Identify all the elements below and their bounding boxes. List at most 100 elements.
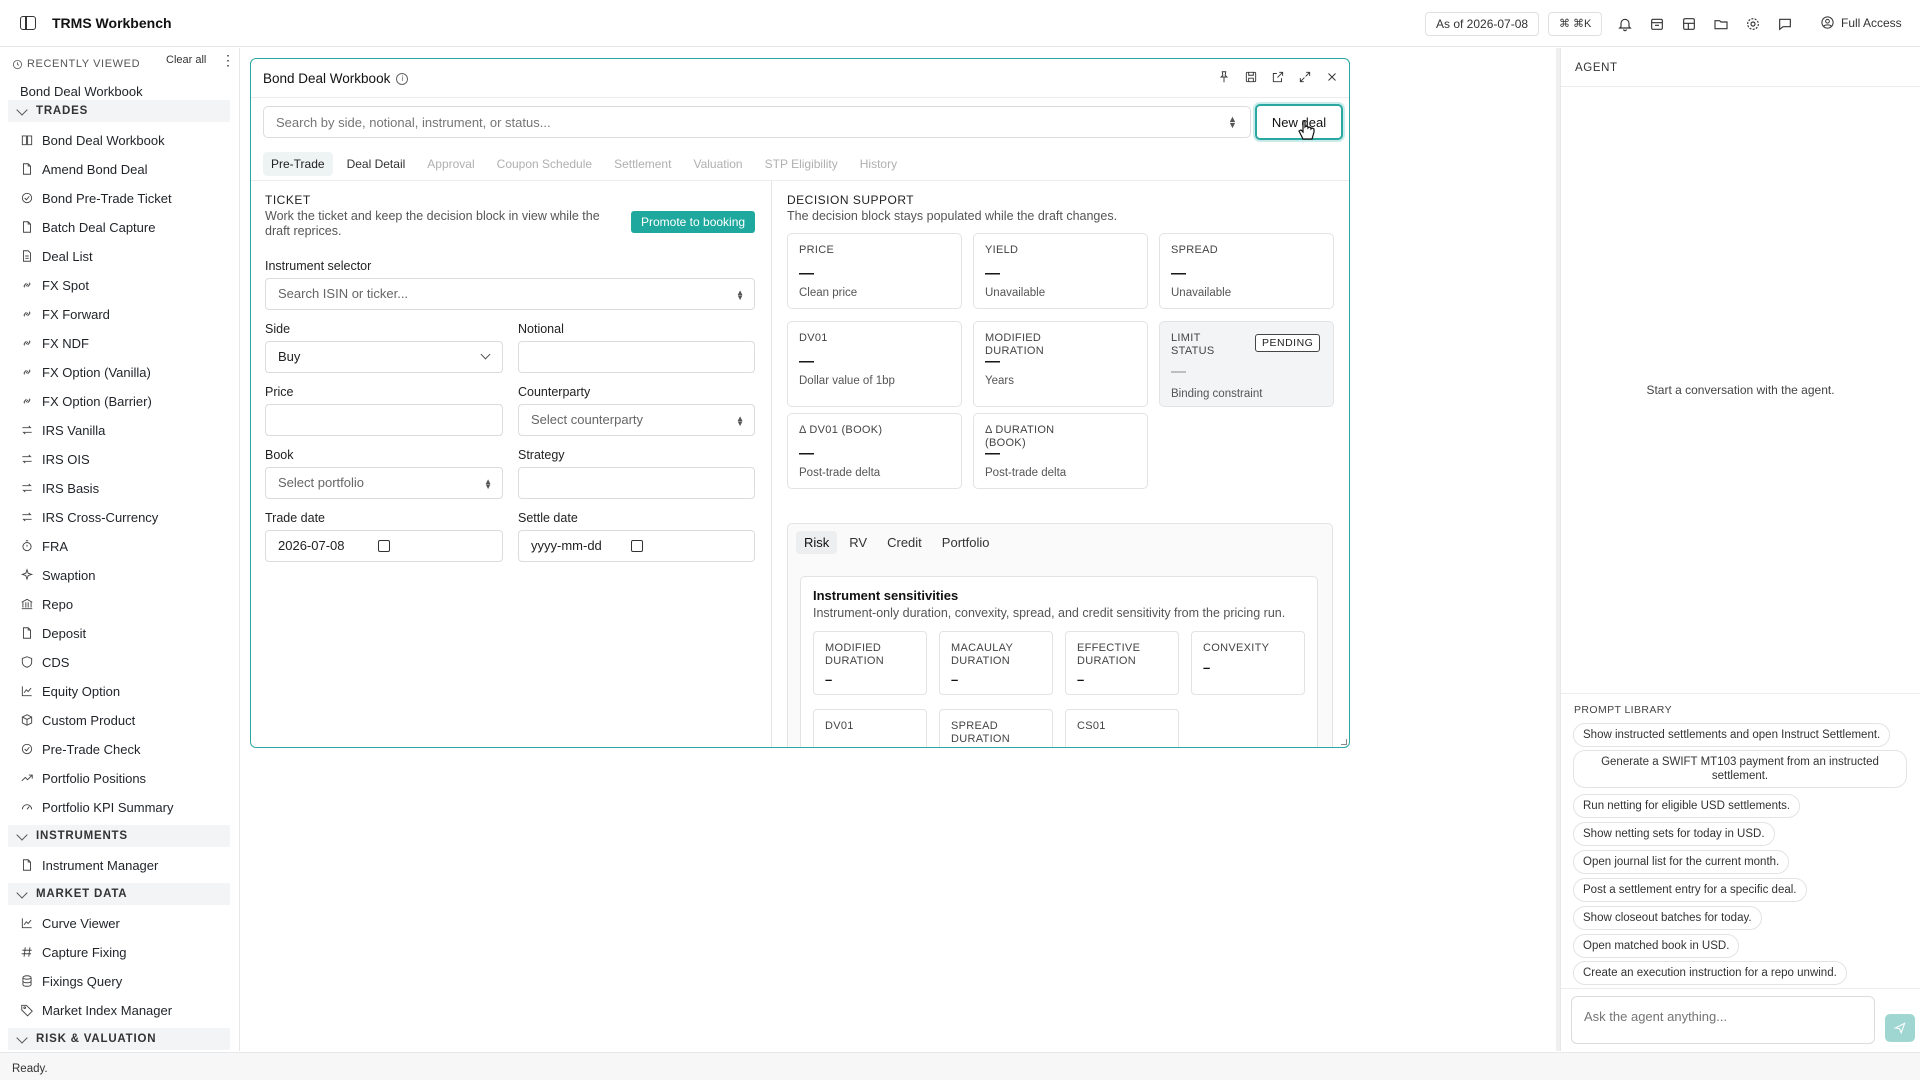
prompt-chip[interactable]: Open journal list for the current month. xyxy=(1573,850,1790,874)
tab-history[interactable]: History xyxy=(852,152,905,176)
agent-input[interactable] xyxy=(1571,996,1875,1044)
tab-deal-detail[interactable]: Deal Detail xyxy=(339,152,414,176)
sidebar-item-deal-list[interactable]: Deal List xyxy=(20,245,93,267)
tab-stp-eligibility[interactable]: STP Eligibility xyxy=(757,152,846,176)
sidebar-item-portfolio-positions[interactable]: Portfolio Positions xyxy=(20,767,146,789)
analysis-tab-credit[interactable]: Credit xyxy=(879,531,930,554)
metric-label: MODIFIED DURATION xyxy=(985,332,1045,357)
calendar-icon[interactable] xyxy=(378,540,390,552)
sidebar-item-market-index-manager[interactable]: Market Index Manager xyxy=(20,999,172,1021)
settle-date-input[interactable]: yyyy-mm-dd xyxy=(518,530,755,562)
tab-pre-trade[interactable]: Pre-Trade xyxy=(263,152,333,176)
info-icon[interactable]: i xyxy=(396,72,409,85)
as-of-date-button[interactable]: As of 2026-07-08 xyxy=(1425,12,1540,36)
sidebar-item-fx-option-vanilla[interactable]: FX Option (Vanilla) xyxy=(20,361,151,383)
sidebar-item-irs-vanilla[interactable]: IRS Vanilla xyxy=(20,419,105,441)
more-options-icon[interactable]: ⋮ xyxy=(221,53,235,67)
sensitivity-card-spread-duration: SPREAD DURATION xyxy=(939,709,1053,747)
sensitivity-label: CONVEXITY xyxy=(1203,642,1270,654)
prompt-chip[interactable]: Open matched book in USD. xyxy=(1573,934,1740,958)
access-indicator[interactable]: Full Access xyxy=(1820,15,1902,30)
book-select[interactable]: Select portfolio ▲ ▼ xyxy=(265,467,503,499)
analysis-tab-rv[interactable]: RV xyxy=(841,531,875,554)
analysis-tab-portfolio[interactable]: Portfolio xyxy=(934,531,998,554)
send-button[interactable] xyxy=(1885,1014,1915,1042)
sidebar-item-fx-forward[interactable]: FX Forward xyxy=(20,303,110,325)
sidebar-item-swaption[interactable]: Swaption xyxy=(20,564,95,586)
sidebar-item-bond-pre-trade-ticket[interactable]: Bond Pre-Trade Ticket xyxy=(20,187,172,209)
sidebar-item-fixings-query[interactable]: Fixings Query xyxy=(20,970,122,992)
recent-item[interactable]: Bond Deal Workbook xyxy=(20,84,143,99)
decision-heading: DECISION SUPPORT xyxy=(787,193,915,207)
clear-all-button[interactable]: Clear all xyxy=(166,54,206,66)
sidebar-item-portfolio-kpi-summary[interactable]: Portfolio KPI Summary xyxy=(20,796,174,818)
side-select[interactable]: Buy xyxy=(265,341,503,373)
bell-icon[interactable] xyxy=(1616,15,1634,33)
sidebar-item-cds[interactable]: CDS xyxy=(20,651,69,673)
prompt-chip[interactable]: Show instructed settlements and open Ins… xyxy=(1573,723,1891,747)
calendar-icon[interactable] xyxy=(631,540,643,552)
pin-icon[interactable] xyxy=(1216,69,1232,85)
expand-icon[interactable] xyxy=(1297,69,1313,85)
sidebar-item-curve-viewer[interactable]: Curve Viewer xyxy=(20,912,120,934)
sidebar-item-batch-deal-capture[interactable]: Batch Deal Capture xyxy=(20,216,155,238)
gear-icon[interactable] xyxy=(1744,15,1762,33)
sidebar-item-irs-cross-currency[interactable]: IRS Cross-Currency xyxy=(20,506,158,528)
sidebar-item-label: Custom Product xyxy=(42,712,136,728)
sidebar-item-repo[interactable]: Repo xyxy=(20,593,73,615)
sidebar-item-deposit[interactable]: Deposit xyxy=(20,622,86,644)
prompt-chip[interactable]: Show netting sets for today in USD. xyxy=(1573,822,1775,846)
metric-card-limit-status: LIMIT STATUS — Binding constraint PENDING xyxy=(1159,321,1334,407)
command-palette-button[interactable]: ⌘ ⌘K xyxy=(1548,12,1603,36)
updown-icon: ▲ ▼ xyxy=(736,414,744,428)
sidebar-item-irs-basis[interactable]: IRS Basis xyxy=(20,477,99,499)
sidebar-item-equity-option[interactable]: Equity Option xyxy=(20,680,120,702)
sidebar-item-pre-trade-check[interactable]: Pre-Trade Check xyxy=(20,738,141,760)
promote-to-booking-button[interactable]: Promote to booking xyxy=(631,211,756,233)
sidebar-item-amend-bond-deal[interactable]: Amend Bond Deal xyxy=(20,158,148,180)
save-icon[interactable] xyxy=(1243,69,1259,85)
prompt-chip[interactable]: Post a settlement entry for a specific d… xyxy=(1573,878,1807,902)
resize-handle[interactable] xyxy=(1341,739,1347,745)
sidebar-item-capture-fixing[interactable]: Capture Fixing xyxy=(20,941,127,963)
sidebar-section-instruments[interactable]: INSTRUMENTS xyxy=(8,825,230,847)
metric-card-price: PRICE — Clean price xyxy=(787,233,962,309)
sensitivities-title: Instrument sensitivities xyxy=(813,588,959,603)
prompt-chip[interactable]: Generate a SWIFT MT103 payment from an i… xyxy=(1573,750,1907,788)
strategy-input[interactable] xyxy=(518,467,755,499)
sidebar-section-market-data[interactable]: MARKET DATA xyxy=(8,883,230,905)
sidebar-item-bond-deal-workbook[interactable]: Bond Deal Workbook xyxy=(20,129,165,151)
analysis-tab-risk[interactable]: Risk xyxy=(796,531,838,554)
ticket-heading: TICKET xyxy=(265,193,311,207)
sidebar-item-fx-option-barrier[interactable]: FX Option (Barrier) xyxy=(20,390,152,412)
prompt-chip[interactable]: Run netting for eligible USD settlements… xyxy=(1573,794,1801,818)
deal-search-input[interactable] xyxy=(263,106,1251,138)
sidebar-item-custom-product[interactable]: Custom Product xyxy=(20,709,135,731)
close-icon[interactable] xyxy=(1324,69,1340,85)
sidebar-item-fx-spot[interactable]: FX Spot xyxy=(20,274,89,296)
calendar-icon[interactable] xyxy=(1648,15,1666,33)
trade-date-input[interactable]: 2026-07-08 xyxy=(265,530,503,562)
instrument-selector[interactable]: Search ISIN or ticker... ▲ ▼ xyxy=(265,278,755,310)
sidebar-toggle-icon[interactable] xyxy=(20,16,36,30)
sidebar-item-irs-ois[interactable]: IRS OIS xyxy=(20,448,90,470)
sidebar-item-fra[interactable]: FRA xyxy=(20,535,68,557)
tab-valuation[interactable]: Valuation xyxy=(685,152,750,176)
folder-icon[interactable] xyxy=(1712,15,1730,33)
sidebar-section-trades[interactable]: TRADES xyxy=(8,100,230,122)
external-link-icon[interactable] xyxy=(1270,69,1286,85)
price-input[interactable] xyxy=(265,404,503,436)
sidebar-section-risk-valuation[interactable]: RISK & VALUATION xyxy=(8,1028,230,1050)
prompt-chip[interactable]: Create an execution instruction for a re… xyxy=(1573,961,1847,985)
sensitivity-card-effective-duration: EFFECTIVE DURATION – xyxy=(1065,631,1179,695)
tab-coupon-schedule[interactable]: Coupon Schedule xyxy=(489,152,600,176)
layout-icon[interactable] xyxy=(1680,15,1698,33)
chat-icon[interactable] xyxy=(1776,15,1794,33)
tab-approval[interactable]: Approval xyxy=(419,152,482,176)
prompt-chip[interactable]: Show closeout batches for today. xyxy=(1573,906,1762,930)
counterparty-select[interactable]: Select counterparty ▲ ▼ xyxy=(518,404,755,436)
tab-settlement[interactable]: Settlement xyxy=(606,152,679,176)
sidebar-item-instrument-manager[interactable]: Instrument Manager xyxy=(20,854,158,876)
sidebar-item-fx-ndf[interactable]: FX NDF xyxy=(20,332,89,354)
notional-input[interactable] xyxy=(518,341,755,373)
